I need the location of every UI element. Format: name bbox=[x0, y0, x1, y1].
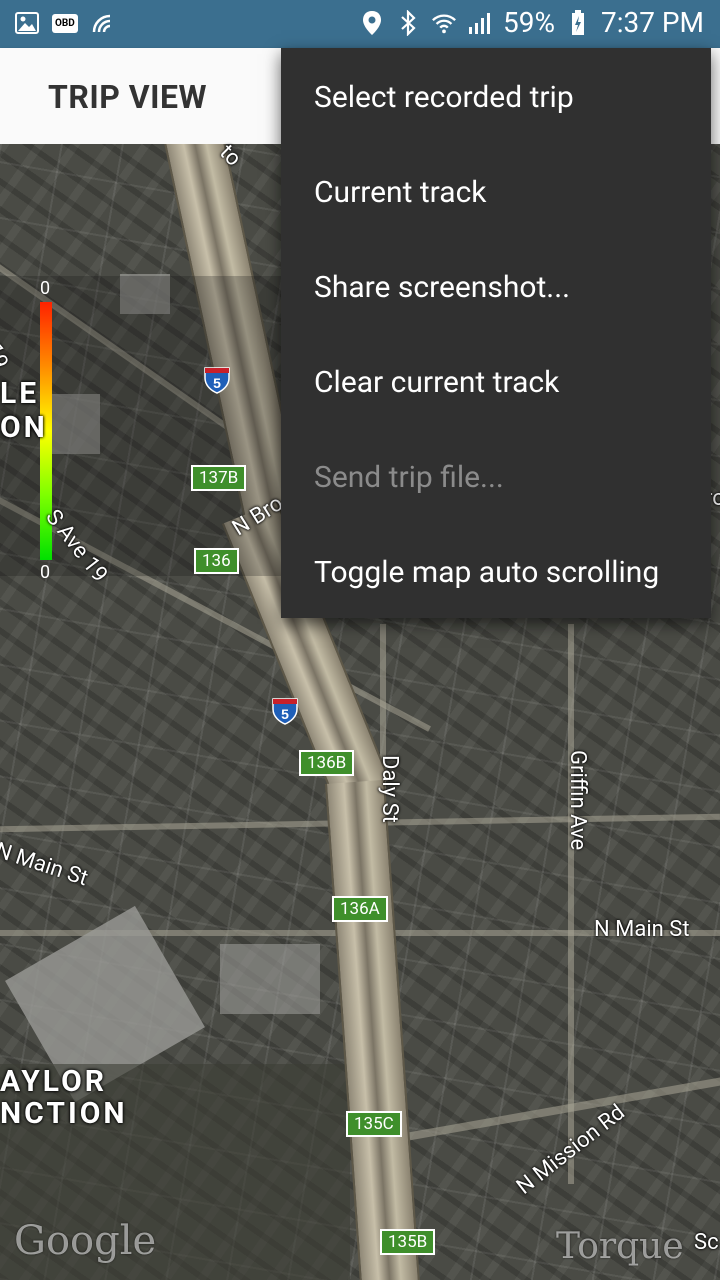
bluetooth-icon bbox=[395, 9, 421, 36]
legend-min-value: 0 bbox=[40, 562, 51, 583]
wifi-icon bbox=[431, 10, 457, 36]
menu-item-clear-current-track[interactable]: Clear current track bbox=[314, 335, 559, 430]
legend-max-value: 0 bbox=[40, 278, 51, 299]
overflow-menu: Select recorded trip Current track Share… bbox=[281, 48, 711, 618]
clock: 7:37 PM bbox=[600, 6, 704, 39]
exit-sign: 137B bbox=[191, 465, 247, 491]
menu-item-current-track[interactable]: Current track bbox=[314, 145, 486, 240]
interstate-shield-icon: 5 bbox=[204, 366, 230, 394]
page-title: TRIP VIEW bbox=[48, 78, 208, 116]
image-icon bbox=[14, 10, 40, 36]
map-building bbox=[220, 944, 320, 1014]
menu-item-send-trip-file: Send trip file... bbox=[314, 460, 504, 495]
exit-sign: 136 bbox=[194, 548, 239, 574]
exit-sign: 135B bbox=[380, 1229, 436, 1255]
torque-watermark: Torque bbox=[556, 1226, 684, 1267]
menu-item-share-screenshot[interactable]: Share screenshot... bbox=[314, 240, 570, 335]
exit-sign: 136B bbox=[299, 750, 355, 776]
map-road bbox=[568, 624, 574, 1184]
exit-sign: 135C bbox=[346, 1111, 402, 1137]
exit-sign: 136A bbox=[332, 896, 388, 922]
area-label: LE bbox=[0, 376, 40, 411]
status-bar: OBD 59% 7:37 PM bbox=[0, 0, 720, 48]
menu-item-toggle-map-auto-scrolling[interactable]: Toggle map auto scrolling bbox=[314, 525, 659, 620]
area-label: ON bbox=[0, 410, 48, 445]
battery-charging-icon bbox=[565, 9, 591, 36]
shield-number: 5 bbox=[213, 375, 221, 391]
menu-item-select-recorded-trip[interactable]: Select recorded trip bbox=[314, 50, 574, 145]
area-label: AYLOR bbox=[0, 1064, 107, 1099]
street-label: Griffin Ave bbox=[565, 750, 590, 851]
interstate-shield-icon: 5 bbox=[272, 697, 298, 725]
map-road bbox=[372, 1069, 720, 1147]
torque-icon bbox=[90, 10, 116, 36]
battery-percent: 59% bbox=[502, 6, 555, 39]
street-label: Daly St bbox=[377, 755, 402, 823]
location-icon bbox=[359, 10, 385, 36]
area-label: NCTION bbox=[0, 1096, 128, 1131]
street-label: Sc bbox=[694, 1230, 719, 1255]
signal-icon bbox=[467, 10, 493, 36]
street-label: N Main St bbox=[594, 917, 690, 942]
shield-number: 5 bbox=[281, 706, 289, 722]
google-watermark: Google bbox=[14, 1218, 157, 1264]
obd-icon: OBD bbox=[52, 13, 78, 33]
